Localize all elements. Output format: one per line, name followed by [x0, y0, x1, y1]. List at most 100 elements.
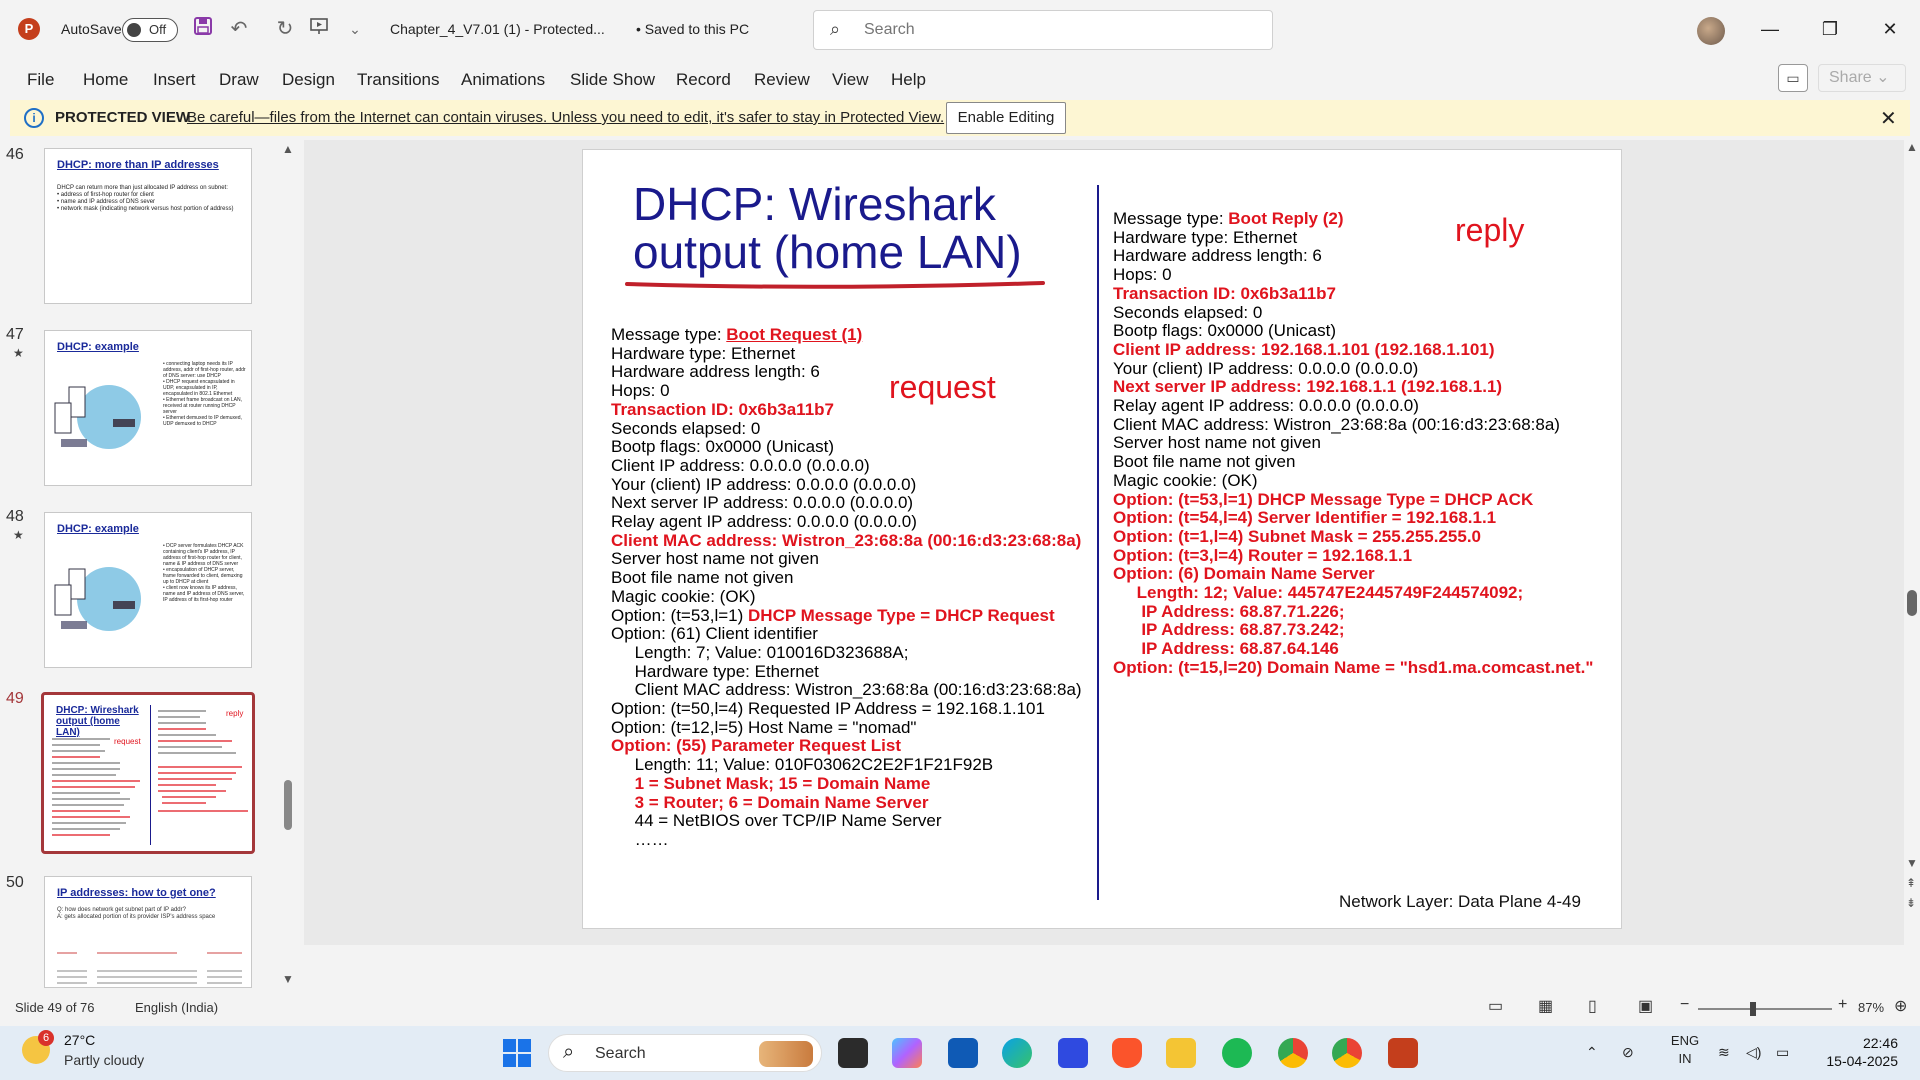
highlighted-field-text: Client IP address: 192.168.1.101 (192.16… — [1113, 339, 1495, 359]
scroll-up-icon[interactable]: ▲ — [282, 142, 294, 156]
document-title[interactable]: Chapter_4_V7.01 (1) - Protected... — [390, 21, 605, 37]
thumbnail-scrollbar[interactable] — [284, 780, 292, 830]
language-indicator[interactable]: English (India) — [135, 1000, 218, 1015]
zoom-level[interactable]: 87% — [1858, 1000, 1884, 1015]
task-view-icon[interactable] — [838, 1038, 868, 1068]
brave-browser-icon[interactable] — [1112, 1038, 1142, 1068]
protected-view-message-link[interactable]: Be careful—files from the Internet can c… — [187, 109, 944, 126]
slide-sorter-icon[interactable]: ▦ — [1538, 996, 1553, 1016]
taskbar-search[interactable]: ⌕ Search — [548, 1034, 822, 1072]
undo-icon[interactable]: ↶ — [226, 16, 252, 42]
slide-thumbnail-46[interactable]: DHCP: more than IP addresses DHCP can re… — [44, 148, 252, 304]
zoom-slider[interactable] — [1698, 1002, 1832, 1016]
normal-view-icon[interactable]: ▭ — [1488, 996, 1503, 1016]
search-box[interactable]: ⌕ — [813, 10, 1273, 50]
network-security-icon[interactable]: ⊘ — [1622, 1044, 1634, 1061]
vs-code-icon[interactable] — [1058, 1038, 1088, 1068]
chrome-icon[interactable] — [1278, 1038, 1308, 1068]
slide-show-icon[interactable]: ▣ — [1638, 996, 1653, 1016]
tab-design[interactable]: Design — [282, 70, 335, 90]
title-underline — [625, 281, 1045, 289]
zoom-slider-thumb[interactable] — [1750, 1002, 1756, 1016]
tab-help[interactable]: Help — [891, 70, 926, 90]
tab-file[interactable]: File — [27, 70, 54, 90]
packet-field-line: Boot file name not given — [1113, 452, 1593, 472]
packet-field-line: 1 = Subnet Mask; 15 = Domain Name — [611, 774, 1082, 794]
windows-start-icon[interactable] — [502, 1038, 532, 1068]
close-window-icon[interactable]: ✕ — [1870, 14, 1910, 44]
tab-home[interactable]: Home — [83, 70, 128, 90]
slide-title: DHCP: Wireshark output (home LAN) — [633, 180, 1022, 276]
comments-button[interactable]: ▭ — [1778, 64, 1808, 92]
tab-slide-show[interactable]: Slide Show — [570, 70, 655, 90]
scrollbar-thumb[interactable] — [1907, 590, 1917, 616]
status-bar: Slide 49 of 76 English (India) ▭ ▦ ▯ ▣ −… — [0, 990, 1920, 1026]
tab-view[interactable]: View — [832, 70, 869, 90]
current-slide[interactable]: DHCP: Wireshark output (home LAN) Messag… — [582, 149, 1622, 929]
scroll-up-icon[interactable]: ▲ — [1906, 140, 1918, 154]
zoom-in-icon[interactable]: + — [1838, 996, 1847, 1014]
field-text: Length: 11; Value: 010F03062C2E2F1F21F92… — [611, 755, 994, 775]
slide-thumbnail-50[interactable]: IP addresses: how to get one? Q: how doe… — [44, 876, 252, 988]
enable-editing-button[interactable]: Enable Editing — [946, 102, 1066, 134]
microsoft-store-icon[interactable] — [948, 1038, 978, 1068]
customize-toolbar-icon[interactable]: ⌄ — [342, 16, 368, 42]
user-avatar[interactable] — [1697, 17, 1725, 45]
save-status: • Saved to this PC — [636, 21, 750, 37]
scroll-down-icon[interactable]: ▼ — [282, 972, 294, 986]
tab-draw[interactable]: Draw — [219, 70, 259, 90]
next-slide-icon[interactable]: ⇟ — [1906, 896, 1916, 910]
slide-scrollbar[interactable]: ▲ ▼ ⇞ ⇟ — [1904, 140, 1920, 948]
packet-field-line: Server host name not given — [1113, 434, 1593, 453]
packet-field-line: Client IP address: 192.168.1.101 (192.16… — [1113, 339, 1593, 360]
autosave-toggle[interactable]: Off — [122, 18, 178, 42]
tab-review[interactable]: Review — [754, 70, 810, 90]
search-input[interactable] — [864, 19, 1244, 41]
tray-overflow-icon[interactable]: ⌃ — [1586, 1044, 1598, 1061]
temperature[interactable]: 27°C — [64, 1032, 95, 1048]
slide-thumbnail-49[interactable]: DHCP: Wireshark output (home LAN) reques… — [41, 692, 255, 854]
file-explorer-icon[interactable] — [1166, 1038, 1196, 1068]
weather-condition[interactable]: Partly cloudy — [64, 1052, 144, 1068]
field-text: Option: (t=12,l=5) Host Name = "nomad" — [611, 717, 917, 737]
scroll-down-icon[interactable]: ▼ — [1906, 856, 1918, 870]
share-button[interactable]: Share ⌄ — [1818, 64, 1906, 92]
spotify-icon[interactable] — [1222, 1038, 1252, 1068]
minimize-icon[interactable]: — — [1750, 14, 1790, 44]
protected-view-bar: i PROTECTED VIEW Be careful—files from t… — [10, 100, 1910, 136]
save-icon[interactable] — [190, 16, 216, 42]
taskbar-search-label: Search — [595, 1045, 646, 1062]
clock[interactable]: 22:46 15-04-2025 — [1818, 1034, 1898, 1070]
powerpoint-taskbar-icon[interactable] — [1388, 1038, 1418, 1068]
clock-date: 15-04-2025 — [1826, 1053, 1898, 1069]
wifi-icon[interactable]: ≋ — [1718, 1044, 1730, 1061]
tab-record[interactable]: Record — [676, 70, 731, 90]
zoom-out-icon[interactable]: − — [1680, 996, 1689, 1014]
battery-icon[interactable]: ▭ — [1776, 1044, 1789, 1061]
chrome-profile-icon[interactable] — [1332, 1038, 1362, 1068]
fit-to-window-icon[interactable]: ⊕ — [1894, 996, 1907, 1016]
copilot-icon[interactable] — [892, 1038, 922, 1068]
volume-icon[interactable]: ◁) — [1746, 1044, 1761, 1061]
highlighted-field-text: IP Address: 68.87.73.242; — [1113, 620, 1345, 640]
slide-thumbnail-47[interactable]: DHCP: example • connecting laptop needs … — [44, 330, 252, 486]
tab-animations[interactable]: Animations — [461, 70, 545, 90]
thumb-body: DHCP can return more than just allocated… — [57, 185, 234, 212]
edge-browser-icon[interactable] — [1002, 1038, 1032, 1068]
reading-view-icon[interactable]: ▯ — [1588, 996, 1597, 1016]
field-text: Boot file name not given — [1113, 452, 1296, 472]
title-bar: P AutoSave Off ↶ ↻ ⌄ Chapter_4_V7.01 (1)… — [0, 0, 1920, 60]
close-icon[interactable]: ✕ — [1880, 106, 1897, 131]
request-packet-fields: Message type: Boot Request (1) Hardware t… — [611, 325, 1082, 850]
tab-insert[interactable]: Insert — [153, 70, 196, 90]
present-from-start-icon[interactable] — [306, 16, 332, 42]
previous-slide-icon[interactable]: ⇞ — [1906, 876, 1916, 890]
highlighted-field-text: Option: (t=15,l=20) Domain Name = "hsd1.… — [1113, 657, 1594, 677]
tab-transitions[interactable]: Transitions — [357, 70, 440, 90]
thumb-title: DHCP: example — [57, 523, 139, 535]
slide-thumbnail-48[interactable]: DHCP: example • DCP server formulates DH… — [44, 512, 252, 668]
animation-star-icon: ★ — [13, 528, 24, 542]
restore-icon[interactable]: ❐ — [1810, 14, 1850, 44]
redo-icon[interactable]: ↻ — [272, 16, 298, 42]
input-language[interactable]: ENG IN — [1668, 1032, 1702, 1068]
